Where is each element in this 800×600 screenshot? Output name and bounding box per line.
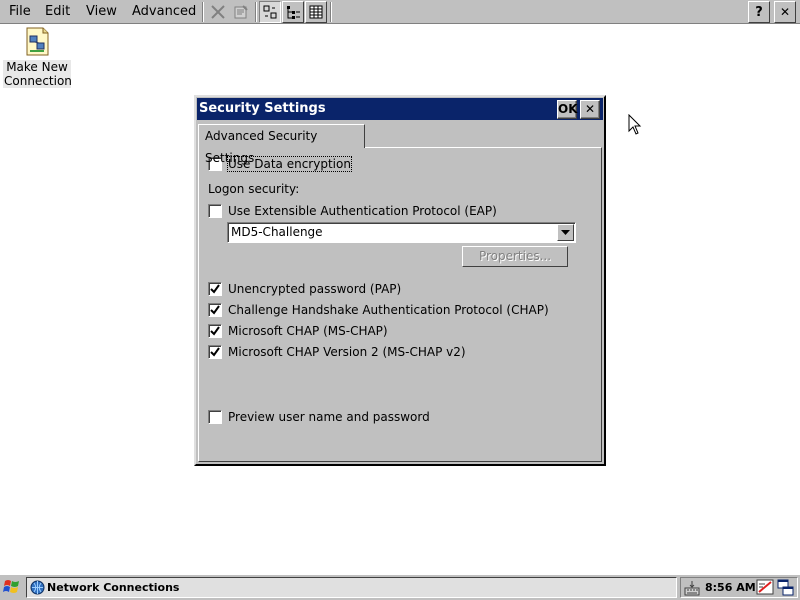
checkmark-icon [210, 305, 220, 315]
ms-chap-v2-checkbox[interactable]: Microsoft CHAP Version 2 (MS-CHAP v2) [208, 343, 466, 361]
list-view-button[interactable] [282, 1, 304, 23]
chevron-down-icon [561, 230, 570, 235]
menu-advanced[interactable]: Advanced [130, 3, 198, 21]
use-eap-checkbox[interactable]: Use Extensible Authentication Protocol (… [208, 202, 497, 220]
windows-logo-icon [3, 580, 19, 593]
desktop-windows-icon[interactable] [777, 579, 795, 597]
menu-view[interactable]: View [84, 3, 119, 21]
input-panel-icon[interactable] [684, 580, 700, 596]
system-tray: 8:56 AM [680, 577, 798, 598]
details-view-icon [309, 5, 323, 19]
menu-file[interactable]: File [7, 3, 33, 21]
checkmark-icon [210, 347, 220, 357]
eap-selected-value: MD5-Challenge [231, 225, 323, 239]
connection-status-icon[interactable] [756, 579, 774, 597]
checkbox-checked[interactable] [208, 345, 222, 359]
network-globe-icon [30, 580, 45, 595]
tab-strip: Advanced Security Settings [198, 124, 602, 165]
checkbox-label: Microsoft CHAP (MS-CHAP) [228, 324, 388, 338]
checkbox-checked[interactable] [208, 303, 222, 317]
dialog-close-button[interactable]: ✕ [580, 100, 600, 119]
help-button[interactable]: ? [748, 1, 770, 23]
start-button[interactable] [2, 577, 22, 598]
delete-button[interactable] [207, 1, 229, 23]
taskbar-button-label: Network Connections [47, 581, 180, 594]
list-view-icon [287, 6, 300, 19]
checkbox[interactable] [208, 204, 222, 218]
properties-icon [234, 5, 248, 19]
shortcut-label: Make New Connection [3, 60, 72, 88]
checkbox-label: Use Extensible Authentication Protocol (… [228, 204, 497, 218]
properties-toolbar-button[interactable] [230, 1, 252, 23]
preview-credentials-checkbox[interactable]: Preview user name and password [208, 408, 430, 426]
menu-edit[interactable]: Edit [43, 3, 72, 21]
make-new-connection-shortcut[interactable]: Make New Connection [3, 26, 72, 88]
ok-button[interactable]: OK [557, 100, 578, 119]
taskbar: Network Connections 8:56 AM [0, 574, 800, 600]
pap-checkbox[interactable]: Unencrypted password (PAP) [208, 280, 401, 298]
details-view-button[interactable] [305, 1, 327, 23]
checkbox[interactable] [208, 410, 222, 424]
delete-icon [211, 5, 225, 19]
clock[interactable]: 8:56 AM [705, 578, 756, 597]
taskbar-button-network-connections[interactable]: Network Connections [26, 577, 677, 598]
large-icons-view-button[interactable] [259, 1, 281, 23]
command-bar: File Edit View Advanced ? ✕ [0, 0, 800, 24]
close-window-button[interactable]: ✕ [774, 1, 796, 23]
ms-chap-checkbox[interactable]: Microsoft CHAP (MS-CHAP) [208, 322, 388, 340]
checkbox-checked[interactable] [208, 282, 222, 296]
tab-advanced-security-settings[interactable]: Advanced Security Settings [198, 124, 365, 165]
checkbox-label: Unencrypted password (PAP) [228, 282, 402, 296]
toolbar-separator [255, 2, 257, 22]
checkbox-checked[interactable] [208, 324, 222, 338]
chap-checkbox[interactable]: Challenge Handshake Authentication Proto… [208, 301, 549, 319]
checkmark-icon [210, 284, 220, 294]
toolbar-separator [202, 2, 204, 22]
toolbar-separator [330, 2, 332, 22]
eap-type-select[interactable]: MD5-Challenge [227, 222, 576, 243]
dialog-title: Security Settings [199, 101, 326, 116]
checkbox-label: Microsoft CHAP Version 2 (MS-CHAP v2) [228, 345, 466, 359]
checkmark-icon [210, 326, 220, 336]
logon-security-label: Logon security: [208, 182, 300, 196]
properties-button[interactable]: Properties... [462, 246, 568, 267]
large-icons-view-icon [263, 5, 277, 19]
mouse-cursor-icon [628, 114, 642, 135]
checkbox-label: Challenge Handshake Authentication Proto… [228, 303, 549, 317]
dialog-title-bar[interactable]: Security Settings [197, 98, 603, 120]
checkbox-label: Preview user name and password [228, 410, 430, 424]
security-settings-dialog: Security Settings OK ✕ Advanced Security… [194, 95, 606, 466]
dropdown-arrow-button[interactable] [557, 224, 574, 241]
network-connection-icon [21, 26, 53, 58]
